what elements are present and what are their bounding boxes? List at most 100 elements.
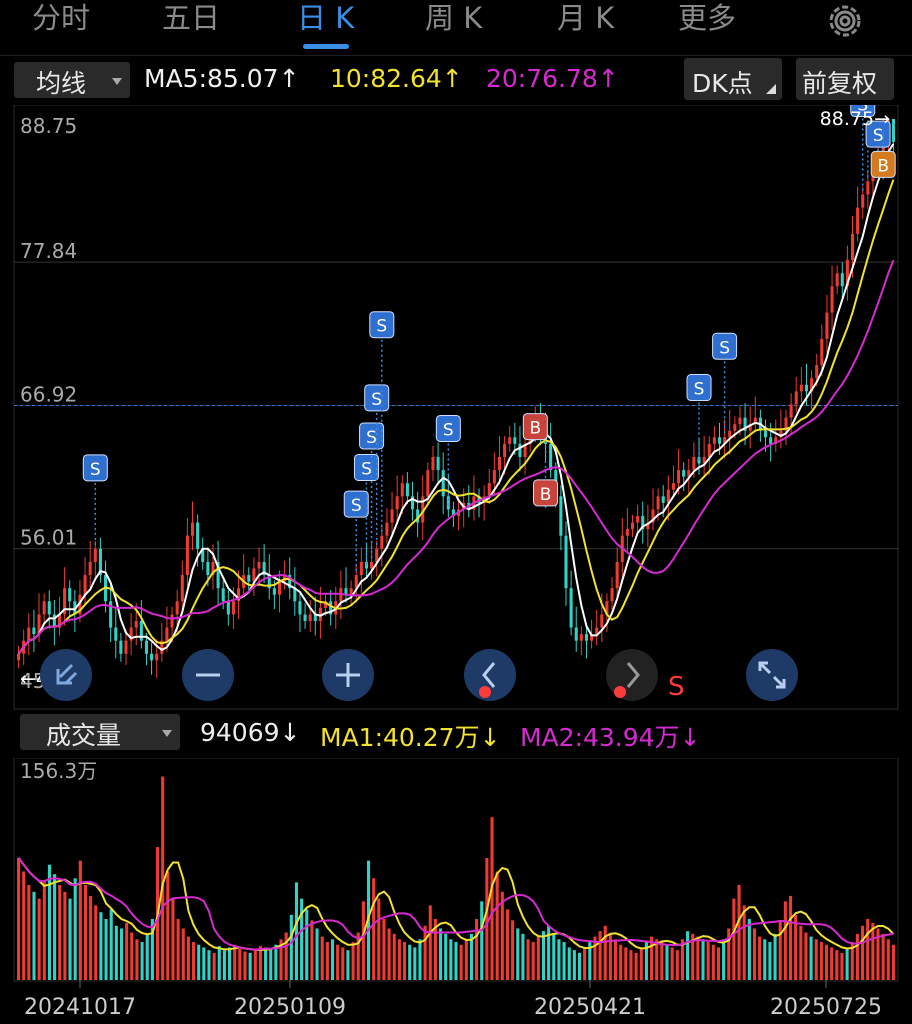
volume-bar <box>99 912 103 980</box>
candle-body <box>385 522 389 536</box>
fullscreen-icon <box>758 661 786 689</box>
tab-intraday[interactable]: 分时 <box>32 0 90 46</box>
volume-bar <box>768 942 772 980</box>
volume-bar <box>264 947 268 980</box>
candle-body <box>180 575 184 602</box>
forward-adjust-button[interactable]: 前复权 <box>796 58 894 100</box>
volume-bar <box>639 947 643 980</box>
candle-body <box>114 627 118 641</box>
volume-bar <box>778 920 782 980</box>
volume-bar <box>186 936 190 980</box>
candle-body <box>636 516 640 523</box>
volume-bar <box>140 942 144 980</box>
volume-bar <box>310 920 314 980</box>
volume-bar <box>686 931 690 980</box>
candle-body <box>426 470 430 497</box>
zoom-in-button[interactable] <box>322 649 374 701</box>
candle-body <box>891 119 895 142</box>
candle-body <box>850 233 855 261</box>
candle-body <box>728 430 732 438</box>
volume-bar <box>197 944 201 980</box>
tab-monthly-k[interactable]: 月 K <box>557 0 614 46</box>
volume-bar <box>758 936 762 980</box>
signal-letter: S <box>371 390 382 410</box>
candle-body <box>380 535 384 549</box>
volume-bar <box>824 944 829 980</box>
volume-bar <box>840 952 844 980</box>
tab-more[interactable]: 更多 <box>678 0 736 46</box>
gear-icon[interactable] <box>826 2 864 40</box>
volume-ma1-readout: MA1:40.27万↓ <box>320 723 501 752</box>
volume-bar <box>94 905 98 980</box>
volume-bar <box>274 944 278 980</box>
zoom-out-button[interactable] <box>182 649 234 701</box>
high-price-marker: 88.75→ <box>820 108 890 130</box>
volume-bar <box>73 878 77 980</box>
candle-body <box>436 456 440 471</box>
volume-bar <box>135 939 139 980</box>
volume-selector-label: 成交量 <box>46 721 122 750</box>
candle-body <box>717 437 722 444</box>
volume-bar <box>505 909 510 980</box>
volume-chart[interactable]: 156.3万 20241017 20250109 20250421 20250725 <box>0 758 912 1022</box>
volume-bar <box>660 942 664 980</box>
volume-bar <box>248 952 252 980</box>
kline-chart[interactable]: SSSSSSSSSSSSBBB 88.7577.8466.9256.0145.0… <box>0 105 912 710</box>
zoom-out-icon <box>196 673 220 677</box>
volume-bar <box>346 950 350 980</box>
candle-body <box>226 601 230 615</box>
signal-letter: B <box>529 419 541 439</box>
dk-point-button[interactable]: DK点 <box>684 58 782 100</box>
volume-bar <box>387 928 391 980</box>
volume-bar <box>747 918 751 980</box>
volume-bar <box>572 950 576 980</box>
volume-bar <box>773 933 777 980</box>
volume-bar <box>402 942 407 980</box>
volume-indicator-selector[interactable]: 成交量 <box>20 714 180 750</box>
candle-body <box>815 365 819 379</box>
volume-bar <box>788 895 793 980</box>
signal-letter: B <box>877 156 889 176</box>
price-axis-label: 56.01 <box>20 526 77 550</box>
volume-bar <box>305 909 309 980</box>
volume-bar <box>22 871 26 980</box>
volume-bar <box>63 891 67 980</box>
candle-body <box>185 535 189 576</box>
volume-bar <box>351 942 355 980</box>
volume-bar <box>763 939 767 980</box>
volume-bar <box>413 947 417 980</box>
collapse-button[interactable] <box>40 649 92 701</box>
candle-body <box>247 575 251 582</box>
zoom-in-icon <box>336 663 360 687</box>
volume-bar <box>655 939 659 980</box>
tab-weekly-k[interactable]: 周 K <box>425 0 482 46</box>
volume-bar <box>53 874 57 980</box>
tab-daily-k[interactable]: 日 K <box>297 0 354 46</box>
fullscreen-button[interactable] <box>746 649 798 701</box>
volume-bar <box>701 939 705 980</box>
scroll-right-dot <box>614 686 626 698</box>
candle-body <box>497 456 502 471</box>
candle-body <box>840 273 844 287</box>
volume-bar <box>629 950 633 980</box>
volume-bar <box>315 928 319 980</box>
candle-body <box>630 522 635 530</box>
candle-body <box>175 601 179 615</box>
candle-body <box>170 614 174 628</box>
candle-body <box>584 634 588 641</box>
indicator-selector[interactable]: 均线 <box>14 62 130 98</box>
volume-bar <box>258 946 262 980</box>
tab-five-day[interactable]: 五日 <box>162 0 220 46</box>
volume-bar <box>706 942 710 980</box>
volume-bar <box>583 947 587 980</box>
volume-bar <box>377 898 381 980</box>
date-label: 20250421 <box>534 995 646 1020</box>
candle-body <box>139 620 143 641</box>
volume-bar <box>181 928 185 980</box>
volume-bar <box>819 942 823 980</box>
volume-bar <box>557 939 561 980</box>
volume-bar <box>670 947 674 980</box>
volume-ma1-line <box>17 857 895 951</box>
volume-bar <box>17 857 21 980</box>
volume-bar <box>58 885 62 980</box>
